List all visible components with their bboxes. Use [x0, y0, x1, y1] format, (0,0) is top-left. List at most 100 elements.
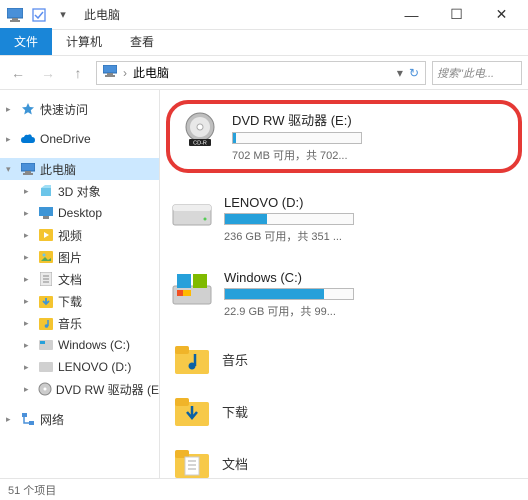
address-input[interactable]: › 此电脑 ▾ ↻ — [96, 61, 426, 85]
sidebar-item[interactable]: ▸ 视频 — [18, 224, 159, 246]
search-input[interactable]: 搜索"此电... — [432, 61, 522, 85]
item-icon — [37, 381, 52, 397]
chevron-right-icon: ▸ — [6, 134, 16, 145]
chevron-right-icon: ▸ — [6, 104, 16, 115]
close-button[interactable]: ✕ — [479, 1, 524, 29]
cloud-icon — [20, 131, 36, 147]
item-icon — [38, 249, 54, 265]
star-icon — [20, 101, 36, 117]
folder-name: 下载 — [222, 402, 248, 421]
drive-item[interactable]: Windows (C:)22.9 GB 可用，共 99... — [166, 266, 522, 323]
item-icon — [38, 271, 54, 287]
sidebar-item[interactable]: ▸ LENOVO (D:) — [18, 356, 159, 378]
sidebar-item-label: 快速访问 — [40, 101, 88, 118]
sidebar-item[interactable]: ▸图片 — [18, 246, 159, 268]
chevron-right-icon: ▸ — [24, 362, 34, 373]
drive-subtitle: 702 MB 可用，共 702... — [232, 147, 510, 163]
sidebar-item[interactable]: ▸ 下载 — [18, 290, 159, 312]
chevron-right-icon: ▸ — [24, 384, 33, 395]
qat-checkbox-icon[interactable] — [28, 4, 50, 26]
chevron-right-icon: ▸ — [24, 186, 34, 197]
sidebar-item-label: 视频 — [58, 227, 82, 244]
sidebar-item[interactable]: ▸ Windows (C:) — [18, 334, 159, 356]
item-icon — [38, 227, 54, 243]
sidebar-item-label: OneDrive — [40, 132, 91, 146]
sidebar-item-label: 下载 — [58, 293, 82, 310]
folder-item[interactable]: 文档 — [166, 445, 522, 478]
address-dropdown-icon[interactable]: ▾ — [397, 66, 403, 80]
drive-item[interactable]: CD-R DVD RW 驱动器 (E:) 702 MB 可用，共 702... — [166, 100, 522, 173]
drive-icon — [170, 270, 214, 308]
chevron-right-icon: ▸ — [24, 296, 34, 307]
title-bar: ▾ 此电脑 — ☐ ✕ — [0, 0, 528, 30]
drive-icon: CD-R — [178, 110, 222, 148]
folder-name: 音乐 — [222, 350, 248, 369]
sidebar-item-label: DVD RW 驱动器 (E — [56, 381, 159, 398]
folder-item[interactable]: 下载 — [166, 393, 522, 429]
sidebar-item-label: 图片 — [58, 249, 82, 266]
chevron-right-icon: ▸ — [24, 340, 34, 351]
chevron-right-icon: ▸ — [24, 318, 34, 329]
pc-icon — [20, 161, 36, 177]
status-bar: 51 个项目 — [0, 478, 528, 500]
maximize-button[interactable]: ☐ — [434, 1, 479, 29]
sidebar-item[interactable]: ▸Desktop — [18, 202, 159, 224]
drive-title: DVD RW 驱动器 (E:) — [232, 110, 510, 129]
search-placeholder: 搜索"此电... — [437, 65, 494, 81]
up-button[interactable]: ↑ — [66, 61, 90, 85]
main-pane: CD-R DVD RW 驱动器 (E:) 702 MB 可用，共 702... LEN… — [160, 90, 528, 478]
sidebar-onedrive[interactable]: ▸ OneDrive — [0, 128, 159, 150]
sidebar-quick-access[interactable]: ▸ 快速访问 — [0, 98, 159, 120]
item-icon — [38, 183, 54, 199]
tab-computer[interactable]: 计算机 — [52, 28, 116, 55]
item-icon — [38, 337, 54, 353]
chevron-right-icon: ▸ — [24, 274, 34, 285]
forward-button[interactable]: → — [36, 61, 60, 85]
sidebar-item[interactable]: ▸文档 — [18, 268, 159, 290]
sidebar-item[interactable]: ▸音乐 — [18, 312, 159, 334]
sidebar-item[interactable]: ▸ DVD RW 驱动器 (E — [18, 378, 159, 400]
refresh-icon[interactable]: ↻ — [409, 66, 419, 80]
folder-item[interactable]: 音乐 — [166, 341, 522, 377]
nav-tree: ▸ 快速访问 ▸ OneDrive ▾ 此电脑 ▸3D 对象▸Desktop▸视… — [0, 90, 160, 478]
drive-title: Windows (C:) — [224, 270, 518, 285]
drive-usage-bar — [224, 213, 354, 225]
folder-icon — [172, 341, 212, 377]
drive-item[interactable]: LENOVO (D:) 236 GB 可用，共 351 ... — [166, 191, 522, 248]
item-icon — [38, 315, 54, 331]
tab-view[interactable]: 查看 — [116, 28, 168, 55]
item-icon — [38, 293, 54, 309]
ribbon-tabs: 文件 计算机 查看 — [0, 30, 528, 56]
sidebar-item-label: Windows (C:) — [58, 338, 130, 352]
breadcrumb-sep-icon: › — [123, 66, 127, 80]
drive-usage-bar — [224, 288, 354, 300]
sidebar-item-label: 此电脑 — [40, 161, 76, 178]
app-icon — [4, 4, 26, 26]
qat-dropdown-icon[interactable]: ▾ — [52, 4, 74, 26]
sidebar-network[interactable]: ▸ 网络 — [0, 408, 159, 430]
window-title: 此电脑 — [84, 6, 120, 23]
back-button[interactable]: ← — [6, 61, 30, 85]
folder-icon — [172, 445, 212, 478]
sidebar-item[interactable]: ▸ 3D 对象 — [18, 180, 159, 202]
folder-icon — [172, 393, 212, 429]
sidebar-item-label: 3D 对象 — [58, 183, 101, 200]
chevron-right-icon: ▸ — [24, 230, 34, 241]
item-icon — [38, 359, 54, 375]
drive-title: LENOVO (D:) — [224, 195, 518, 210]
minimize-button[interactable]: — — [389, 1, 434, 29]
chevron-right-icon: ▸ — [6, 414, 16, 425]
svg-text:CD-R: CD-R — [193, 141, 207, 147]
address-bar: ← → ↑ › 此电脑 ▾ ↻ 搜索"此电... — [0, 56, 528, 90]
pc-icon — [103, 65, 117, 80]
sidebar-item-label: 网络 — [40, 411, 64, 428]
drive-subtitle: 236 GB 可用，共 351 ... — [224, 228, 518, 244]
item-count: 51 个项目 — [8, 482, 56, 498]
breadcrumb-location[interactable]: 此电脑 — [133, 64, 169, 81]
drive-usage-bar — [232, 132, 362, 144]
sidebar-item-label: LENOVO (D:) — [58, 360, 131, 374]
sidebar-item-label: Desktop — [58, 206, 102, 220]
sidebar-this-pc[interactable]: ▾ 此电脑 — [0, 158, 159, 180]
tab-file[interactable]: 文件 — [0, 28, 52, 55]
drive-icon — [170, 195, 214, 233]
